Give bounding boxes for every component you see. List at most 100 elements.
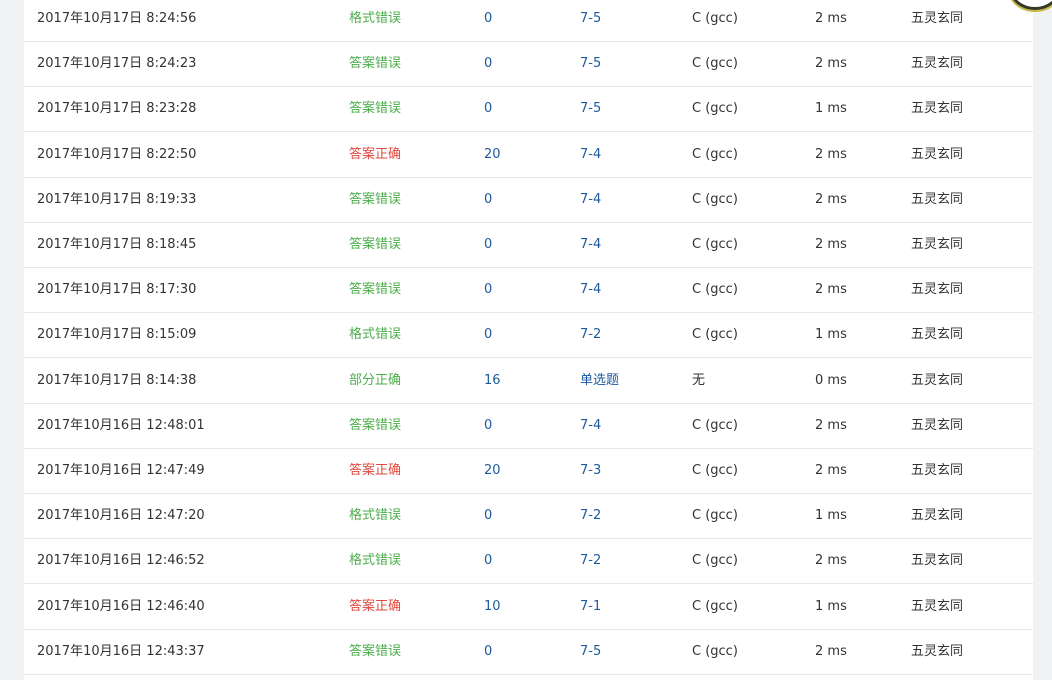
score-link[interactable]: 0	[484, 313, 492, 357]
status-link[interactable]: 答案错误	[349, 268, 401, 312]
run-time: 0 ms	[815, 372, 847, 388]
score-link[interactable]: 0	[484, 223, 492, 267]
table-row: 2017年10月17日 8:14:38 部分正确 16 单选题 无 0 ms 五灵玄同	[24, 359, 1033, 404]
problem-link[interactable]: 单选题	[580, 359, 619, 403]
submit-time: 2017年10月17日 8:19:33	[37, 191, 197, 207]
run-time: 2 ms	[815, 56, 847, 72]
user-name: 五灵玄同	[911, 146, 964, 162]
run-time: 2 ms	[815, 191, 847, 207]
run-time: 1 ms	[815, 508, 847, 524]
problem-link[interactable]: 7-4	[580, 223, 601, 267]
user-name: 五灵玄同	[911, 191, 964, 207]
score-link[interactable]: 0	[484, 630, 492, 674]
score-link[interactable]: 20	[484, 449, 501, 493]
language: C (gcc)	[692, 101, 738, 117]
run-time: 1 ms	[815, 327, 847, 343]
language: C (gcc)	[692, 11, 738, 26]
problem-link[interactable]: 7-2	[580, 539, 601, 583]
table-row: 2017年10月16日 12:48:01 答案错误 0 7-4 C (gcc) 2 ms 五…	[24, 404, 1033, 449]
status-link[interactable]: 答案正确	[349, 585, 401, 629]
status-link[interactable]: 格式错误	[349, 313, 401, 357]
problem-link[interactable]: 7-4	[580, 178, 601, 222]
status-link[interactable]: 答案错误	[349, 404, 401, 448]
score-link[interactable]: 0	[484, 268, 492, 312]
problem-link[interactable]: 7-5	[580, 630, 601, 674]
problem-link[interactable]: 7-5	[580, 0, 601, 41]
run-time: 2 ms	[815, 643, 847, 659]
table-row: 2017年10月17日 8:24:56 格式错误 0 7-5 C (gcc) 2 ms 五灵…	[24, 0, 1033, 42]
run-time: 1 ms	[815, 101, 847, 117]
user-name: 五灵玄同	[911, 598, 964, 614]
status-link[interactable]: 格式错误	[349, 494, 401, 538]
problem-link[interactable]: 7-1	[580, 585, 601, 629]
table-row: 2017年10月16日 12:47:20 格式错误 0 7-2 C (gcc) 1 ms 五…	[24, 494, 1033, 540]
run-time: 2 ms	[815, 237, 847, 252]
score-link[interactable]: 10	[484, 585, 501, 629]
table-row: 2017年10月17日 8:18:45 答案错误 0 7-4 C (gcc) 2 ms 五灵…	[24, 223, 1033, 268]
language: 无	[692, 372, 706, 388]
submit-time: 2017年10月17日 8:14:38	[37, 372, 197, 388]
problem-link[interactable]: 7-4	[580, 404, 601, 448]
table-row: 2017年10月17日 8:17:30 答案错误 0 7-4 C (gcc) 2 ms 五灵…	[24, 268, 1033, 314]
table-row: 2017年10月16日 12:46:40 答案正确 10 7-1 C (gcc) 1 ms…	[24, 585, 1033, 630]
status-link[interactable]: 答案错误	[349, 223, 401, 267]
language: C (gcc)	[692, 237, 738, 252]
score-link[interactable]: 0	[484, 404, 492, 448]
user-name: 五灵玄同	[911, 417, 964, 433]
submit-time: 2017年10月17日 8:17:30	[37, 282, 197, 298]
user-name: 五灵玄同	[911, 553, 964, 569]
status-link[interactable]: 答案错误	[349, 87, 401, 131]
problem-link[interactable]: 7-3	[580, 449, 601, 493]
status-link[interactable]: 答案错误	[349, 178, 401, 222]
user-name: 五灵玄同	[911, 327, 964, 343]
language: C (gcc)	[692, 643, 738, 659]
submit-time: 2017年10月16日 12:48:01	[37, 417, 205, 433]
status-link[interactable]: 答案错误	[349, 630, 401, 674]
submit-time: 2017年10月17日 8:15:09	[37, 327, 197, 343]
submit-time: 2017年10月16日 12:47:49	[37, 463, 205, 478]
problem-link[interactable]: 7-2	[580, 494, 601, 538]
user-name: 五灵玄同	[911, 372, 964, 388]
score-link[interactable]: 0	[484, 494, 492, 538]
language: C (gcc)	[692, 417, 738, 433]
status-link[interactable]: 答案正确	[349, 133, 401, 177]
language: C (gcc)	[692, 553, 738, 569]
user-name: 五灵玄同	[911, 643, 964, 659]
problem-link[interactable]: 7-5	[580, 42, 601, 86]
problem-link[interactable]: 7-2	[580, 313, 601, 357]
submission-table: 2017年10月17日 8:24:56 格式错误 0 7-5 C (gcc) 2 ms 五灵…	[24, 0, 1033, 680]
run-time: 2 ms	[815, 417, 847, 433]
score-link[interactable]: 0	[484, 0, 492, 41]
run-time: 2 ms	[815, 146, 847, 162]
status-link[interactable]: 部分正确	[349, 359, 401, 403]
language: C (gcc)	[692, 327, 738, 343]
run-time: 2 ms	[815, 463, 847, 478]
language: C (gcc)	[692, 508, 738, 524]
score-link[interactable]: 20	[484, 133, 501, 177]
problem-link[interactable]: 7-4	[580, 133, 601, 177]
language: C (gcc)	[692, 191, 738, 207]
user-name: 五灵玄同	[911, 463, 964, 478]
submit-time: 2017年10月16日 12:46:40	[37, 598, 205, 614]
score-link[interactable]: 0	[484, 87, 492, 131]
table-row: 2017年10月17日 8:22:50 答案正确 20 7-4 C (gcc) 2 ms 五…	[24, 133, 1033, 178]
status-link[interactable]: 答案正确	[349, 449, 401, 493]
score-link[interactable]: 0	[484, 178, 492, 222]
run-time: 2 ms	[815, 11, 847, 26]
status-link[interactable]: 格式错误	[349, 0, 401, 41]
user-name: 五灵玄同	[911, 101, 964, 117]
status-link[interactable]: 格式错误	[349, 539, 401, 583]
language: C (gcc)	[692, 56, 738, 72]
submit-time: 2017年10月17日 8:23:28	[37, 101, 197, 117]
language: C (gcc)	[692, 463, 738, 478]
problem-link[interactable]: 7-4	[580, 268, 601, 312]
status-link[interactable]: 答案错误	[349, 42, 401, 86]
submit-time: 2017年10月17日 8:24:56	[37, 11, 197, 26]
problem-link[interactable]: 7-5	[580, 87, 601, 131]
score-link[interactable]: 0	[484, 42, 492, 86]
user-name: 五灵玄同	[911, 11, 964, 26]
score-link[interactable]: 16	[484, 359, 501, 403]
submit-time: 2017年10月16日 12:46:52	[37, 553, 205, 569]
score-link[interactable]: 0	[484, 539, 492, 583]
table-row: 2017年10月16日 12:46:52 格式错误 0 7-2 C (gcc) 2 ms 五…	[24, 539, 1033, 585]
